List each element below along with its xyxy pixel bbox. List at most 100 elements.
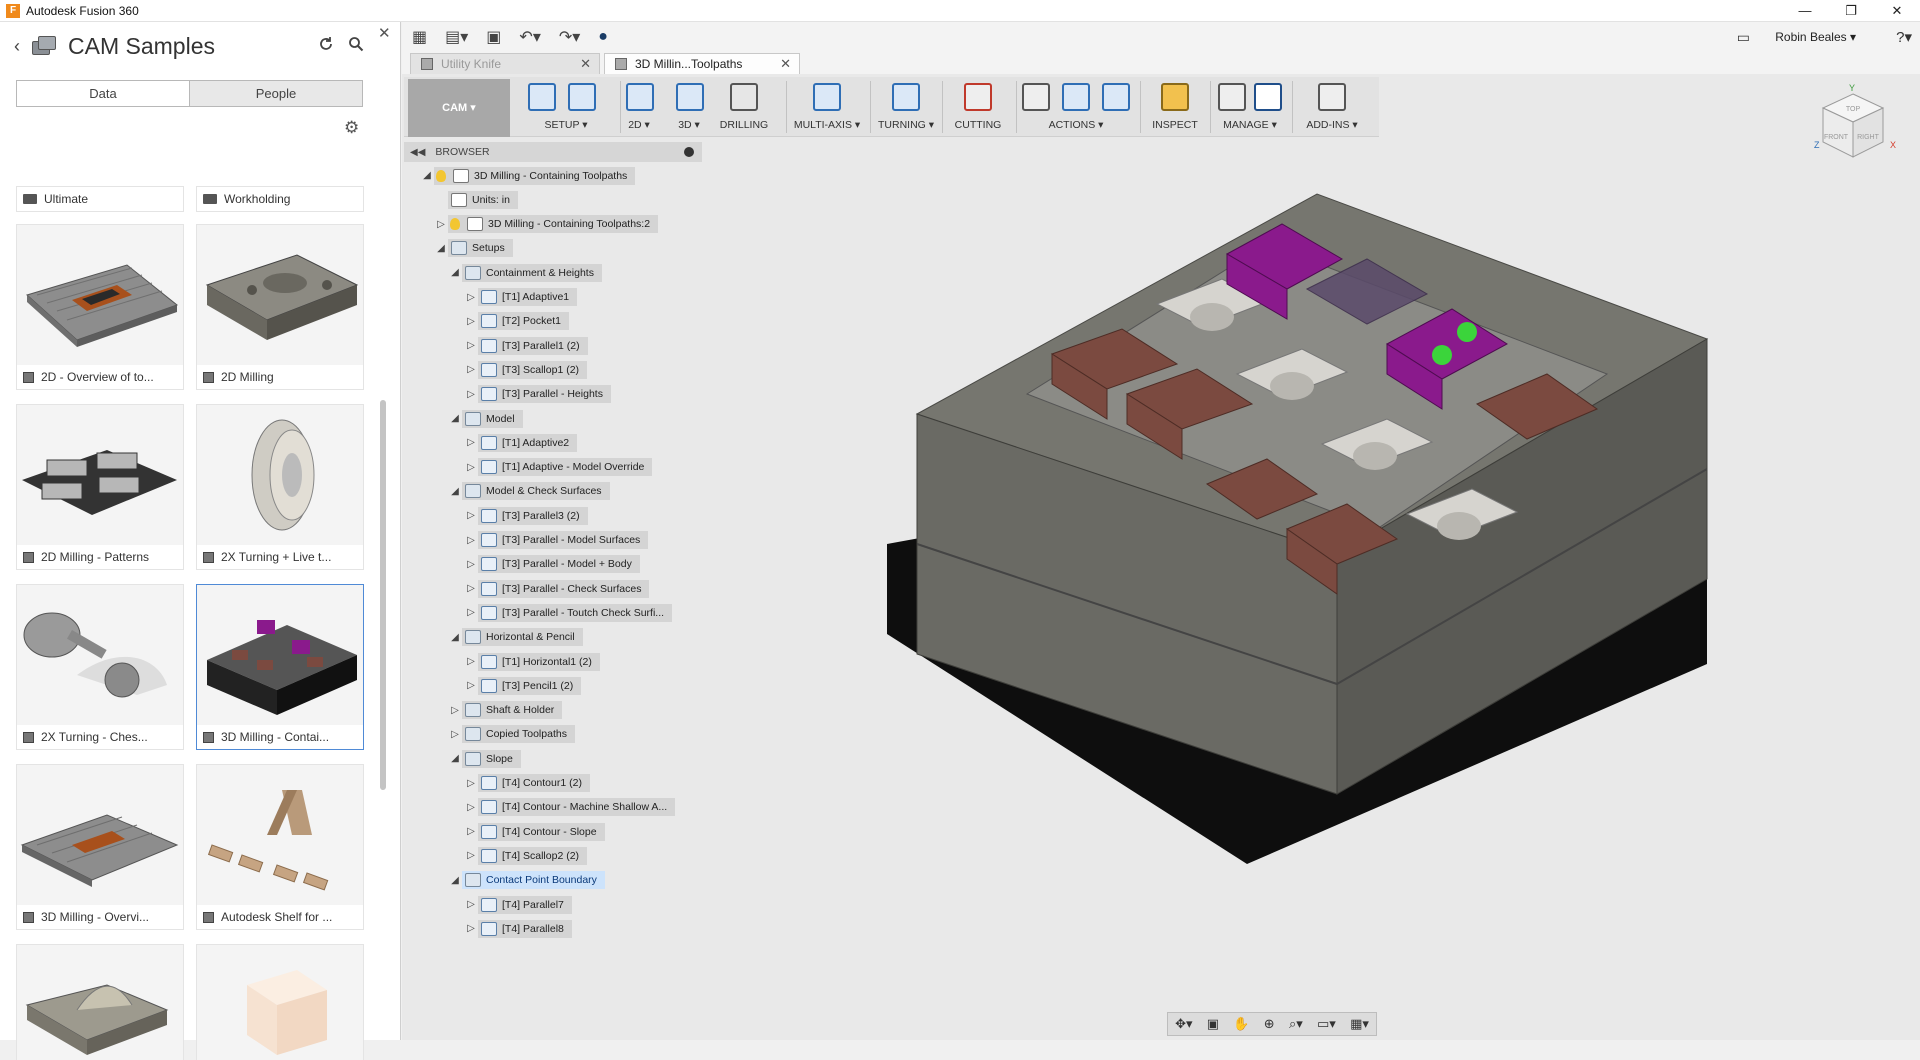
ribbon-group-setup[interactable]: SETUP ▾ [516,77,616,137]
browser-node[interactable]: ▷ [T2] Pocket1 [464,312,569,331]
collapse-triangle-icon[interactable]: ◢ [448,267,462,278]
browser-node-chip[interactable]: Horizontal & Pencil [462,628,583,647]
zoom-icon[interactable]: ⊕ [1264,1016,1275,1032]
browser-node-chip[interactable]: Copied Toolpaths [462,725,575,744]
save-icon[interactable]: ▣ [486,27,501,47]
collapse-triangle-icon[interactable]: ◢ [448,875,462,886]
browser-node[interactable]: ▷ [T3] Parallel - Check Surfaces [464,579,650,598]
browser-node-chip[interactable]: [T3] Scallop1 (2) [478,360,588,379]
job-status-icon[interactable]: ● [598,28,608,46]
search-icon[interactable] [348,36,364,52]
browser-node-chip[interactable]: [T4] Contour1 (2) [478,774,590,792]
expand-triangle-icon[interactable]: ▷ [464,292,478,303]
expand-triangle-icon[interactable]: ▷ [464,462,478,473]
browser-node-chip[interactable]: Slope [462,749,521,768]
expand-triangle-icon[interactable]: ▷ [448,729,462,740]
expand-triangle-icon[interactable]: ▷ [464,680,478,691]
browser-node[interactable]: ▷ [T1] Horizontal1 (2) [464,652,600,671]
browser-node-chip[interactable]: [T3] Parallel - Model Surfaces [478,531,649,549]
browser-node-chip[interactable]: [T1] Horizontal1 (2) [478,652,600,671]
file-card[interactable]: 2D Milling [196,224,364,390]
pan-icon[interactable]: ✋ [1233,1016,1249,1032]
collapse-triangle-icon[interactable]: ◢ [448,753,462,764]
browser-node[interactable]: ▷ [T3] Parallel1 (2) [464,336,588,355]
expand-triangle-icon[interactable]: ▷ [464,850,478,861]
browser-node-chip[interactable]: [T3] Pencil1 (2) [478,676,582,695]
browser-node-chip[interactable]: [T1] Adaptive1 [478,288,578,306]
browser-node-chip[interactable]: [T3] Parallel - Check Surfaces [478,579,650,598]
grid-settings-icon[interactable]: ▦▾ [1350,1016,1369,1032]
browser-node[interactable]: ◢ Slope [448,749,521,768]
display-settings-icon[interactable]: ▭▾ [1317,1016,1336,1032]
browser-node[interactable]: ◢ Setups [434,239,513,258]
file-card[interactable]: 3D Milling - Overvi... [16,764,184,930]
file-menu-icon[interactable]: ▤▾ [445,27,468,47]
expand-triangle-icon[interactable]: ▷ [464,778,478,789]
browser-node-chip[interactable]: [T1] Adaptive2 [478,433,578,452]
redo-icon[interactable]: ↷▾ [559,27,580,47]
browser-header[interactable]: ◀◀ BROWSER [404,142,702,162]
look-at-icon[interactable]: ▣ [1207,1016,1219,1032]
browser-node[interactable]: ◢ Model & Check Surfaces [448,482,610,501]
browser-node[interactable]: ▷ [T4] Parallel8 [464,919,572,938]
browser-node[interactable]: ▷ [T1] Adaptive2 [464,433,578,452]
file-card-selected[interactable]: 3D Milling - Contai... [196,584,364,750]
close-tab-icon[interactable]: ✕ [580,56,591,72]
expand-triangle-icon[interactable]: ▷ [464,656,478,667]
browser-node[interactable]: ◢ Contact Point Boundary [448,871,605,890]
expand-triangle-icon[interactable]: ▷ [464,607,478,618]
expand-triangle-icon[interactable]: ▷ [464,559,478,570]
help-icon[interactable]: ?▾ [1896,28,1912,46]
browser-node[interactable]: Units: in [434,190,518,209]
browser-node-chip[interactable]: Units: in [448,190,518,209]
browser-node[interactable]: ▷ [T4] Contour1 (2) [464,774,590,793]
expand-triangle-icon[interactable]: ▷ [448,705,462,716]
browser-node[interactable]: ◢ 3D Milling - Containing Toolpaths [420,166,636,185]
browser-node[interactable]: ▷ [T3] Pencil1 (2) [464,676,582,695]
file-card[interactable]: 2D Milling - Patterns [16,404,184,570]
3d-viewport[interactable]: TOP FRONT RIGHT Z X Y ✥▾ ▣ ✋ ⊕ ⌕▾ ▭▾ ▦▾ [707,74,1920,1040]
browser-node-chip[interactable]: [T3] Parallel1 (2) [478,336,588,355]
browser-node-chip[interactable]: [T4] Contour - Machine Shallow A... [478,798,676,817]
browser-node[interactable]: ▷ [T4] Parallel7 [464,895,572,914]
expand-triangle-icon[interactable]: ▷ [464,826,478,837]
undo-icon[interactable]: ↶▾ [519,27,540,47]
folder-ultimate[interactable]: Ultimate [16,186,184,212]
browser-node[interactable]: ◢ Containment & Heights [448,263,602,282]
workspace-switcher[interactable]: CAM ▾ [408,79,510,137]
browser-node-chip[interactable]: [T4] Parallel8 [478,919,572,938]
doc-tab-3d-milling[interactable]: 3D Millin...Toolpaths ✕ [604,53,800,74]
file-card[interactable] [16,944,184,1060]
browser-node[interactable]: ▷ Copied Toolpaths [448,725,575,744]
browser-node-chip[interactable]: Contact Point Boundary [462,871,605,890]
browser-node-chip[interactable]: [T3] Parallel3 (2) [478,506,588,525]
expand-triangle-icon[interactable]: ▷ [464,437,478,448]
app-grid-icon[interactable]: ▦ [412,27,427,47]
browser-node-chip[interactable]: Model & Check Surfaces [462,482,610,501]
expand-triangle-icon[interactable]: ▷ [464,899,478,910]
expand-triangle-icon[interactable]: ▷ [464,802,478,813]
user-account[interactable]: Robin Beales ▾ [1775,30,1856,44]
browser-node-chip[interactable]: Model [462,409,523,428]
restore-button[interactable]: ❐ [1828,0,1874,22]
expand-triangle-icon[interactable]: ▷ [464,389,478,400]
browser-node-chip[interactable]: 3D Milling - Containing Toolpaths [434,166,636,185]
collapse-triangle-icon[interactable]: ◢ [420,170,434,181]
expand-triangle-icon[interactable]: ▷ [464,535,478,546]
browser-node[interactable]: ▷ [T4] Contour - Slope [464,822,605,841]
browser-node[interactable]: ◢ Horizontal & Pencil [448,628,583,647]
browser-node[interactable]: ▷ [T4] Scallop2 (2) [464,846,588,865]
browser-node[interactable]: ◢ Model [448,409,523,428]
back-arrow-icon[interactable]: ‹ [14,36,20,57]
browser-pin-icon[interactable] [684,147,694,157]
browser-node[interactable]: ▷ Shaft & Holder [448,701,563,720]
tab-data[interactable]: Data [17,81,189,106]
expand-triangle-icon[interactable]: ▷ [464,923,478,934]
browser-node[interactable]: ▷ [T3] Parallel - Heights [464,385,611,404]
browser-node-chip[interactable]: [T3] Parallel - Heights [478,385,611,404]
close-tab-icon[interactable]: ✕ [780,56,791,72]
expand-triangle-icon[interactable]: ▷ [464,510,478,521]
lightbulb-icon[interactable] [450,218,460,231]
lightbulb-icon[interactable] [436,169,446,182]
tab-people[interactable]: People [189,81,362,106]
